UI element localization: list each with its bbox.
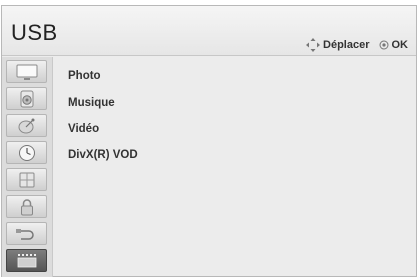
sidebar-item-audio[interactable] <box>6 87 47 110</box>
page-title: USB <box>11 20 58 45</box>
category-sidebar <box>2 57 53 277</box>
menu-item-video[interactable]: Vidéo <box>68 123 268 139</box>
input-plug-icon <box>15 228 34 240</box>
navigation-hint: Déplacer OK <box>306 38 408 52</box>
menu-item-photo[interactable]: Photo <box>68 70 268 86</box>
menu-item-divx-vod[interactable]: DivX(R) VOD <box>68 149 268 165</box>
speaker-audio-icon <box>20 90 33 107</box>
ok-button-icon <box>379 40 388 50</box>
sidebar-item-picture[interactable] <box>6 60 47 83</box>
header-bar: USB Déplacer OK <box>2 6 416 56</box>
move-label: Déplacer <box>323 39 370 51</box>
clock-time-icon <box>18 144 35 161</box>
sidebar-item-channels[interactable] <box>6 114 47 137</box>
sidebar-item-usb[interactable] <box>6 249 47 272</box>
lock-icon <box>20 198 33 215</box>
sidebar-item-time[interactable] <box>6 141 47 164</box>
usb-media-icon <box>17 253 36 267</box>
satellite-channel-icon <box>18 118 34 133</box>
sidebar-item-input[interactable] <box>6 222 47 245</box>
ok-label: OK <box>391 39 409 51</box>
dpad-arrows-icon <box>306 38 321 52</box>
menu-item-music[interactable]: Musique <box>68 97 268 113</box>
sidebar-item-lock[interactable] <box>6 195 47 218</box>
tv-picture-icon <box>16 64 37 80</box>
usb-menu-window: USB Déplacer OK Photo Musique Vidéo DivX… <box>1 5 417 277</box>
sidebar-item-option[interactable] <box>6 168 47 191</box>
option-globe-icon <box>19 172 34 187</box>
